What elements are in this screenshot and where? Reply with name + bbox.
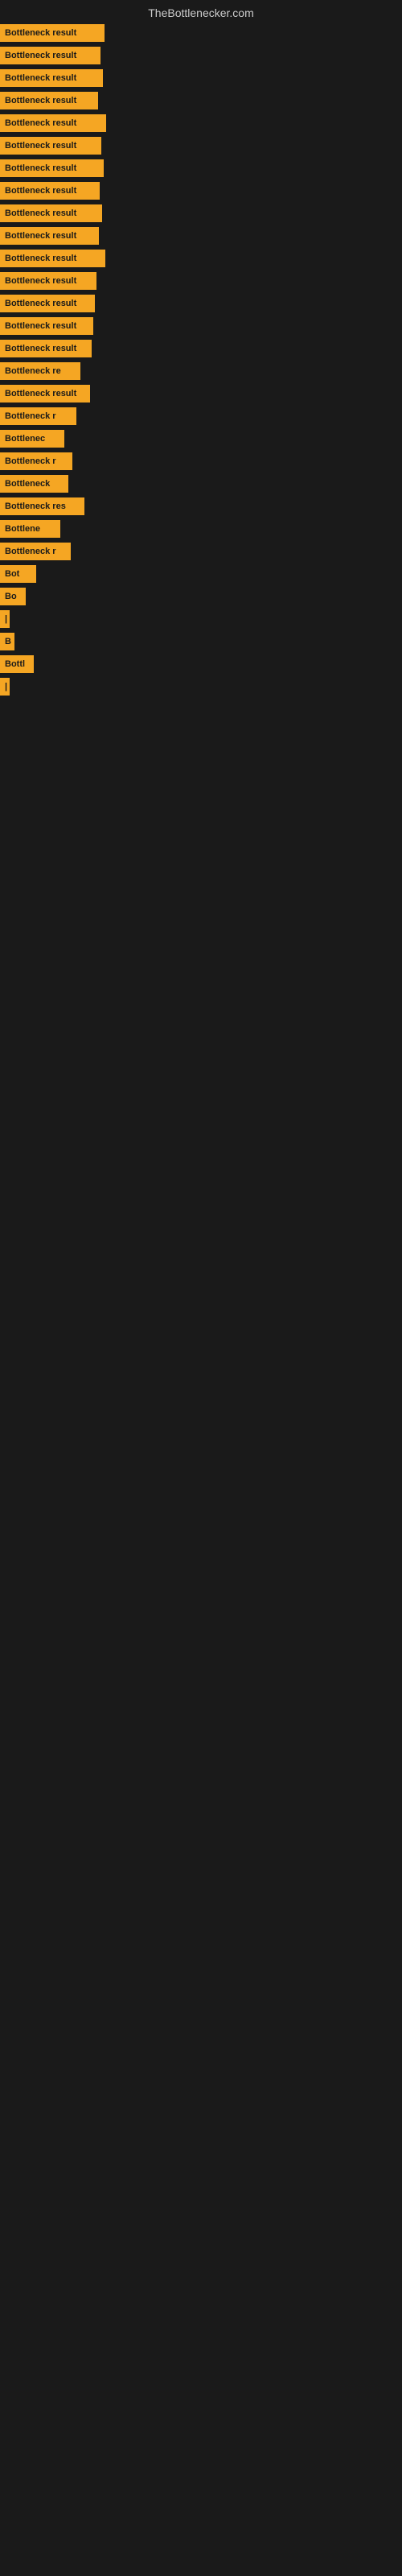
bar-item: Bottlenec — [0, 428, 402, 449]
bottleneck-result-bar: Bottleneck result — [0, 137, 101, 155]
bar-item: | — [0, 609, 402, 630]
bottleneck-result-bar: Bottleneck res — [0, 497, 84, 515]
bar-item: Bottleneck result — [0, 270, 402, 291]
bottleneck-result-bar: Bottleneck r — [0, 407, 76, 425]
bar-item: Bottleneck result — [0, 158, 402, 179]
bar-item: Bottleneck result — [0, 113, 402, 134]
bar-item: Bottleneck res — [0, 496, 402, 517]
bar-item: | — [0, 676, 402, 697]
bar-item: Bo — [0, 586, 402, 607]
bar-item: Bottleneck result — [0, 45, 402, 66]
bar-item: Bottleneck result — [0, 338, 402, 359]
bar-item: Bottl — [0, 654, 402, 675]
bottleneck-result-bar: Bottleneck re — [0, 362, 80, 380]
bottleneck-result-bar: Bottleneck result — [0, 317, 93, 335]
bottleneck-result-bar: Bottlenec — [0, 430, 64, 448]
bottleneck-result-bar: B — [0, 633, 14, 650]
bar-item: Bottleneck result — [0, 68, 402, 89]
bar-item: Bottleneck r — [0, 406, 402, 427]
bottleneck-result-bar: Bottl — [0, 655, 34, 673]
bar-item: Bottleneck r — [0, 451, 402, 472]
bar-item: Bottleneck re — [0, 361, 402, 382]
bottleneck-result-bar: Bottleneck result — [0, 159, 104, 177]
bottleneck-result-bar: Bottleneck r — [0, 452, 72, 470]
bottleneck-result-bar: Bottleneck result — [0, 114, 106, 132]
bottleneck-result-bar: Bottleneck result — [0, 92, 98, 109]
bottleneck-result-bar: Bottleneck result — [0, 182, 100, 200]
bottleneck-result-bar: Bottleneck result — [0, 250, 105, 267]
bar-item: B — [0, 631, 402, 652]
bar-item: Bottleneck result — [0, 316, 402, 336]
bar-item: Bottleneck r — [0, 541, 402, 562]
bottleneck-result-bar: Bot — [0, 565, 36, 583]
bottleneck-result-bar: Bottleneck result — [0, 227, 99, 245]
bottleneck-result-bar: Bottleneck result — [0, 340, 92, 357]
bottleneck-result-bar: Bottleneck result — [0, 295, 95, 312]
bars-container: Bottleneck result Bottleneck result Bottle… — [0, 23, 402, 697]
bottleneck-result-bar: Bottleneck result — [0, 204, 102, 222]
bottleneck-result-bar: Bottleneck result — [0, 385, 90, 402]
bottleneck-result-bar: Bottlene — [0, 520, 60, 538]
bar-item: Bottleneck result — [0, 90, 402, 111]
bar-item: Bottleneck — [0, 473, 402, 494]
bar-item: Bottleneck result — [0, 135, 402, 156]
bottleneck-result-bar: Bottleneck — [0, 475, 68, 493]
site-title: TheBottlenecker.com — [0, 0, 402, 23]
bar-item: Bottlene — [0, 518, 402, 539]
bottleneck-result-bar: Bottleneck result — [0, 47, 100, 64]
bar-item: Bottleneck result — [0, 203, 402, 224]
bottleneck-result-bar: Bottleneck result — [0, 272, 96, 290]
bar-item: Bottleneck result — [0, 180, 402, 201]
bottleneck-result-bar: | — [0, 610, 10, 628]
bar-item: Bottleneck result — [0, 23, 402, 43]
bottleneck-result-bar: | — [0, 678, 10, 696]
bar-item: Bottleneck result — [0, 383, 402, 404]
bar-item: Bottleneck result — [0, 225, 402, 246]
bottleneck-result-bar: Bottleneck result — [0, 24, 105, 42]
bar-item: Bottleneck result — [0, 248, 402, 269]
bottleneck-result-bar: Bo — [0, 588, 26, 605]
bar-item: Bot — [0, 564, 402, 584]
bottleneck-result-bar: Bottleneck result — [0, 69, 103, 87]
bottleneck-result-bar: Bottleneck r — [0, 543, 71, 560]
bar-item: Bottleneck result — [0, 293, 402, 314]
